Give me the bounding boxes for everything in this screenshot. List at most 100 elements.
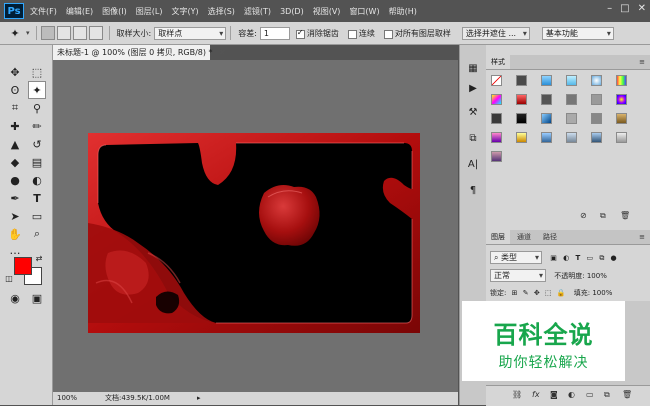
style-preset-swatch[interactable]	[616, 113, 627, 124]
delete-layer-icon[interactable]: 🗑	[622, 390, 632, 399]
foreground-color-swatch[interactable]	[14, 257, 32, 275]
zoom-tool-icon[interactable]: ⌕	[28, 225, 46, 243]
status-menu-arrow-icon[interactable]: ▸	[197, 392, 201, 405]
quick-mask-icon[interactable]: ◉	[6, 289, 24, 307]
menu-window[interactable]: 窗口(W)	[349, 6, 379, 17]
eyedropper-tool-icon[interactable]: ⚲	[28, 99, 46, 117]
style-preset-swatch[interactable]	[491, 132, 502, 143]
style-preset-swatch[interactable]	[616, 132, 627, 143]
intersect-selection-button[interactable]	[88, 26, 103, 40]
lock-artboard-icon[interactable]: ⬚	[545, 289, 552, 297]
new-layer-icon[interactable]: ⧉	[604, 390, 610, 400]
style-preset-swatch[interactable]	[591, 113, 602, 124]
tab-channels[interactable]: 通道	[512, 230, 536, 244]
menu-layer[interactable]: 图层(L)	[136, 6, 163, 17]
type-tool-icon[interactable]: T	[28, 189, 46, 207]
new-selection-button[interactable]	[40, 26, 55, 40]
magic-wand-tool-icon[interactable]: ✦	[28, 81, 46, 99]
style-preset-swatch[interactable]	[616, 75, 627, 86]
style-preset-swatch[interactable]	[591, 132, 602, 143]
style-preset-swatch[interactable]	[516, 113, 527, 124]
blend-mode-select[interactable]: 正常	[490, 269, 546, 282]
lock-all-icon[interactable]: 🔒	[557, 289, 566, 297]
filter-shape-icon[interactable]: ▭	[586, 254, 593, 262]
style-preset-swatch[interactable]	[516, 132, 527, 143]
style-preset-swatch[interactable]	[491, 94, 502, 105]
style-preset-swatch[interactable]	[516, 75, 527, 86]
menu-type[interactable]: 文字(Y)	[171, 6, 198, 17]
layer-style-icon[interactable]: fx	[532, 390, 540, 399]
layers-panel-menu-icon[interactable]: ≡	[634, 230, 650, 244]
brush-tool-icon[interactable]: ✏	[28, 117, 46, 135]
style-preset-swatch[interactable]	[491, 75, 502, 86]
menu-file[interactable]: 文件(F)	[30, 6, 57, 17]
minimize-button[interactable]: –	[607, 3, 612, 14]
menu-edit[interactable]: 编辑(E)	[66, 6, 93, 17]
properties-panel-icon[interactable]: ⧉	[464, 129, 482, 147]
style-preset-swatch[interactable]	[541, 75, 552, 86]
style-preset-swatch[interactable]	[591, 94, 602, 105]
swap-colors-icon[interactable]: ⇄	[34, 253, 44, 263]
history-panel-icon[interactable]: ▦	[464, 59, 482, 77]
clear-style-icon[interactable]: ⊘	[580, 211, 587, 220]
all-layers-checkbox[interactable]	[383, 29, 393, 39]
opacity-value[interactable]: 100%	[587, 272, 607, 280]
styles-panel-menu-icon[interactable]: ≡	[634, 55, 650, 69]
menu-view[interactable]: 视图(V)	[313, 6, 341, 17]
delete-style-icon[interactable]: 🗑	[620, 211, 630, 220]
path-selection-tool-icon[interactable]: ➤	[6, 207, 24, 225]
tab-layers[interactable]: 图层	[486, 230, 510, 244]
character-panel-icon[interactable]: A|	[464, 155, 482, 173]
filter-type-icon[interactable]: T	[575, 254, 580, 262]
lock-position-icon[interactable]: ✥	[534, 289, 540, 297]
style-preset-swatch[interactable]	[541, 113, 552, 124]
zoom-level[interactable]: 100%	[57, 392, 77, 405]
style-preset-swatch[interactable]	[516, 94, 527, 105]
crop-tool-icon[interactable]: ⌗	[6, 99, 24, 117]
style-preset-swatch[interactable]	[591, 75, 602, 86]
magic-wand-tool-preset-icon[interactable]: ✦	[4, 24, 26, 42]
preset-dropdown-icon[interactable]: ▾	[26, 29, 30, 37]
lock-image-icon[interactable]: ✎	[523, 289, 529, 297]
actions-play-icon[interactable]: ▶	[464, 79, 482, 97]
healing-brush-tool-icon[interactable]: ✚	[6, 117, 24, 135]
style-preset-swatch[interactable]	[566, 113, 577, 124]
document-tab[interactable]: 未标题-1 @ 100% (图层 0 拷贝, RGB/8) * ✕	[53, 45, 226, 60]
menu-select[interactable]: 选择(S)	[208, 6, 235, 17]
filter-toggle-icon[interactable]: ●	[611, 254, 617, 262]
tolerance-input[interactable]: 1	[259, 26, 290, 40]
contiguous-checkbox[interactable]	[347, 29, 357, 39]
select-and-mask-button[interactable]: 选择并遮住 ...	[461, 26, 530, 40]
style-preset-swatch[interactable]	[541, 132, 552, 143]
adjustments-panel-icon[interactable]: ⚒	[464, 103, 482, 121]
screen-mode-icon[interactable]: ▣	[28, 289, 46, 307]
paragraph-panel-icon[interactable]: ¶	[464, 181, 482, 199]
menu-3d[interactable]: 3D(D)	[280, 7, 304, 16]
sample-size-select[interactable]: 取样点	[154, 26, 227, 40]
add-to-selection-button[interactable]	[56, 26, 71, 40]
rectangle-tool-icon[interactable]: ▭	[28, 207, 46, 225]
blur-tool-icon[interactable]: ●	[6, 171, 24, 189]
reset-colors-icon[interactable]: ◫	[4, 273, 14, 283]
tab-paths[interactable]: 路径	[538, 230, 562, 244]
menu-filter[interactable]: 滤镜(T)	[244, 6, 271, 17]
image-canvas[interactable]	[88, 133, 420, 333]
marquee-tool-icon[interactable]: ⬚	[28, 63, 46, 81]
style-preset-swatch[interactable]	[491, 113, 502, 124]
subtract-from-selection-button[interactable]	[72, 26, 87, 40]
menu-image[interactable]: 图像(I)	[102, 6, 127, 17]
lasso-tool-icon[interactable]: ʘ	[6, 81, 24, 99]
tab-styles[interactable]: 样式	[486, 55, 510, 69]
new-group-icon[interactable]: ▭	[586, 390, 594, 399]
style-preset-swatch[interactable]	[566, 132, 577, 143]
style-preset-swatch[interactable]	[616, 94, 627, 105]
workspace-select[interactable]: 基本功能	[541, 26, 614, 40]
gradient-tool-icon[interactable]: ▤	[28, 153, 46, 171]
link-layers-icon[interactable]: ⛓	[512, 390, 522, 399]
maximize-button[interactable]: □	[620, 3, 629, 14]
pen-tool-icon[interactable]: ✒	[6, 189, 24, 207]
new-style-icon[interactable]: ⧉	[600, 211, 606, 221]
style-preset-swatch[interactable]	[566, 75, 577, 86]
style-preset-swatch[interactable]	[491, 151, 502, 162]
lock-transparent-icon[interactable]: ⊞	[512, 289, 518, 297]
